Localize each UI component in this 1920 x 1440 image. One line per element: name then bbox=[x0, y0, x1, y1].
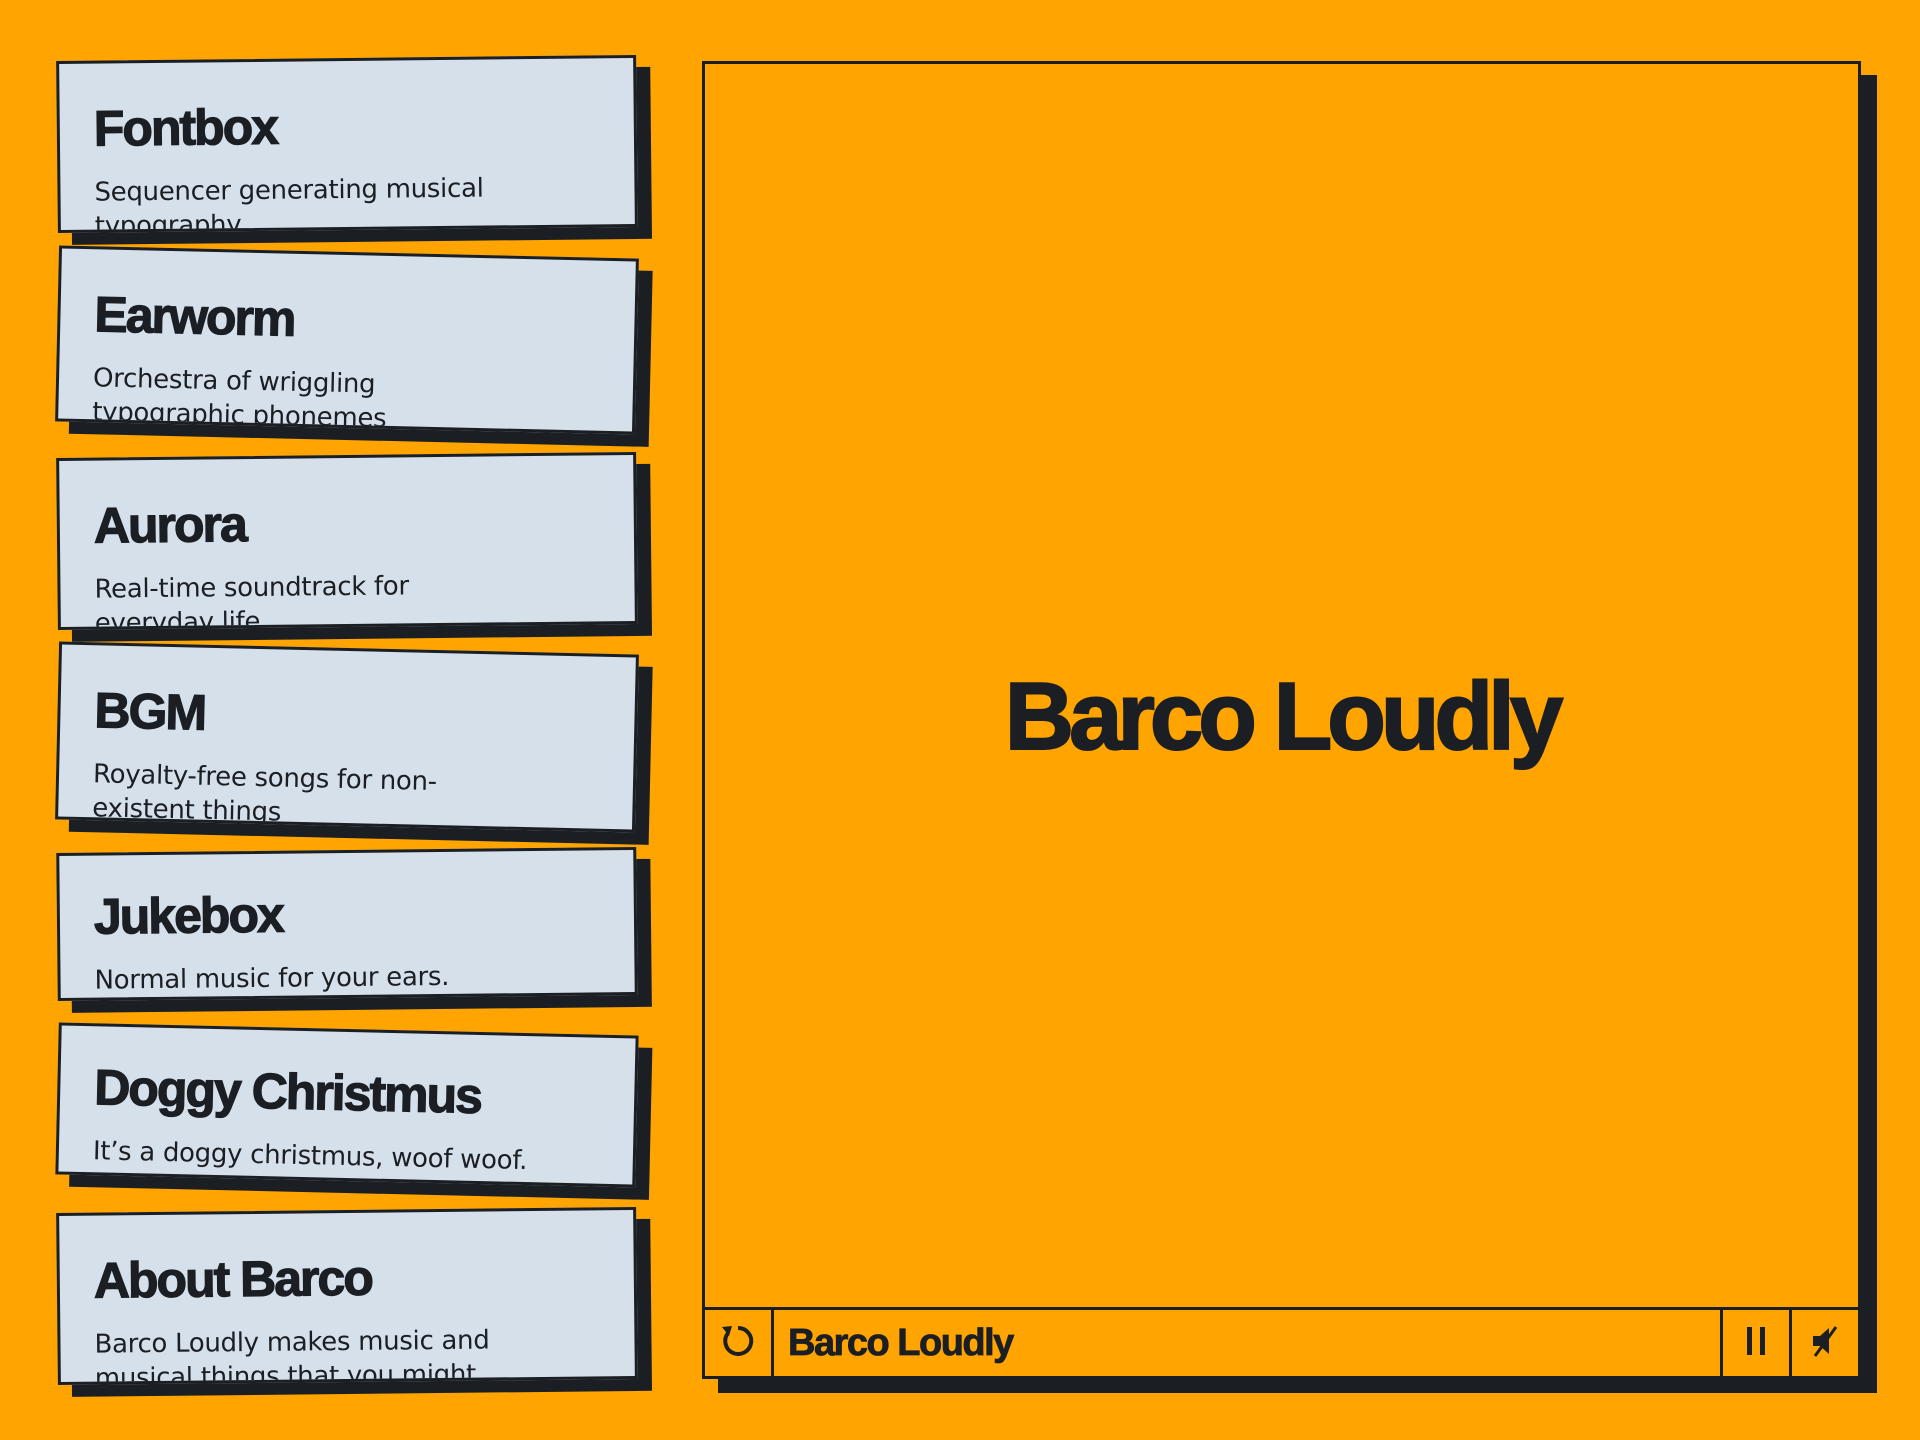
project-card-fontbox[interactable]: Fontbox Sequencer generating musical typ… bbox=[56, 54, 638, 234]
restart-icon bbox=[718, 1321, 758, 1366]
card-description: Normal music for your ears. bbox=[94, 961, 450, 996]
pause-button[interactable] bbox=[1720, 1310, 1789, 1376]
card-description: Royalty-free songs for non-existent thin… bbox=[91, 759, 438, 828]
card-title: Earworm bbox=[93, 286, 296, 348]
card-title: About Barco bbox=[93, 1249, 373, 1309]
pause-icon bbox=[1739, 1323, 1773, 1364]
card-description: Barco Loudly makes music and musical thi… bbox=[94, 1325, 490, 1386]
card-description: Sequencer generating musical typography bbox=[94, 173, 484, 234]
card-title: BGM bbox=[93, 682, 206, 742]
player-window: Barco Loudly Barco Loudly bbox=[702, 61, 1861, 1379]
card-description: It’s a doggy christmus, woof woof. bbox=[92, 1136, 528, 1177]
card-title: Aurora bbox=[93, 495, 247, 554]
project-card-aurora[interactable]: Aurora Real-time soundtrack for everyday… bbox=[56, 451, 638, 631]
restart-button[interactable] bbox=[705, 1310, 774, 1376]
project-card-doggy-christmus[interactable]: Doggy Christmus It’s a doggy christmus, … bbox=[55, 1022, 639, 1188]
stage-title: Barco Loudly bbox=[1004, 663, 1564, 770]
mute-icon bbox=[1805, 1321, 1845, 1366]
card-description: Real-time soundtrack for everyday life bbox=[94, 571, 409, 631]
card-title: Fontbox bbox=[93, 98, 278, 157]
card-title: Doggy Christmus bbox=[93, 1059, 482, 1125]
card-description: Orchestra of wriggling typographic phone… bbox=[91, 363, 387, 434]
project-card-about-barco[interactable]: About Barco Barco Loudly makes music and… bbox=[56, 1206, 638, 1386]
mute-button[interactable] bbox=[1789, 1310, 1858, 1376]
project-card-earworm[interactable]: Earworm Orchestra of wriggling typograph… bbox=[55, 245, 639, 435]
player-controls: Barco Loudly bbox=[705, 1307, 1858, 1376]
now-playing-title: Barco Loudly bbox=[788, 1321, 1015, 1364]
project-card-jukebox[interactable]: Jukebox Normal music for your ears. bbox=[56, 846, 638, 1002]
project-card-bgm[interactable]: BGM Royalty-free songs for non-existent … bbox=[55, 641, 639, 833]
card-title: Jukebox bbox=[93, 886, 284, 945]
